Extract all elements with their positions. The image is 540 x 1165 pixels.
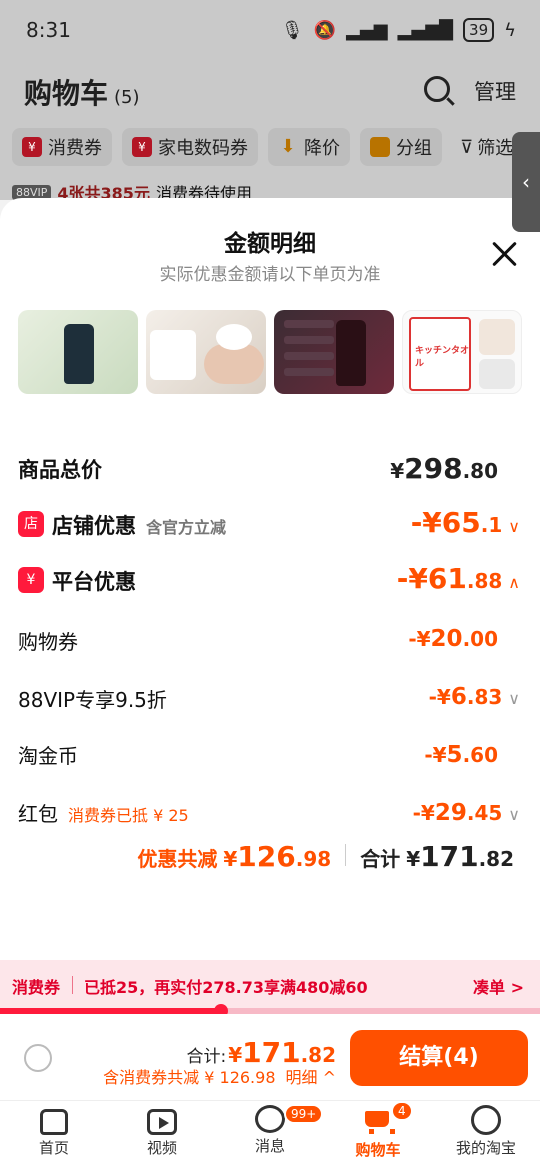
checkout-discount: 含消费券共减 ¥ 126.98 明细 ^ (103, 1064, 336, 1088)
product-thumbnail[interactable]: キッチンタオル (402, 310, 522, 394)
coupon-banner-message: 已抵25，再实付278.73享满480减60 (84, 978, 368, 997)
tab-video[interactable]: 视频 (108, 1105, 216, 1158)
red-packet-value: -¥ 29.45 ∨ (412, 800, 520, 826)
status-icons: 🎙 🔕 ▂▄▆ ▂▄▆█ 39 ϟ (281, 18, 516, 42)
chevron-up-icon: ∧ (508, 573, 520, 592)
close-icon[interactable] (488, 238, 522, 272)
row-platform-discount[interactable]: ¥ 平台优惠 -¥ 61.88 ∧ (18, 562, 522, 602)
chip-group[interactable]: 分组 (360, 128, 442, 166)
bottom-tab-bar: 首页 视频 99+ 消息 4 购物车 我的淘宝 (0, 1100, 540, 1165)
amount-details-sheet: 金额明细 实际优惠金额请以下单页为准 キッチンタオル 商品总价 ¥298.80 … (0, 198, 540, 960)
charging-icon: ϟ (504, 19, 516, 41)
row-shopping-coupon: 购物券 -¥ 20.00 (18, 626, 498, 654)
product-thumbnail[interactable] (18, 310, 138, 394)
video-icon (147, 1109, 177, 1135)
platform-icon: ¥ (18, 567, 44, 593)
paper-towel-pack-image: キッチンタオル (409, 317, 471, 391)
tab-my-taobao[interactable]: 我的淘宝 (432, 1105, 540, 1158)
shopping-coupon-value: -¥ 20.00 (408, 626, 498, 652)
manage-button[interactable]: 管理 (474, 76, 516, 106)
coupon-banner-label: 消费券 (12, 978, 61, 997)
side-collapse-tab[interactable]: ‹ (512, 132, 540, 232)
shop-icon: 店 (18, 511, 44, 537)
add-items-link[interactable]: 凑单 > (473, 974, 524, 998)
row-shop-discount[interactable]: 店 店铺优惠 含官方立减 -¥ 65.1 ∨ (18, 506, 522, 546)
chevron-left-icon: ‹ (522, 170, 530, 194)
feature-list-image (284, 320, 334, 384)
divider (345, 844, 347, 866)
search-icon[interactable] (424, 76, 450, 102)
chevron-down-icon: ∨ (508, 805, 520, 824)
taojinbi-value: -¥ 5.60 (424, 742, 498, 768)
tab-home[interactable]: 首页 (0, 1105, 108, 1158)
vip-discount-value: -¥ 6.83 ∨ (428, 684, 520, 710)
dispenser-image (150, 330, 196, 380)
status-time: 8:31 (26, 18, 71, 42)
hand-image (204, 344, 264, 384)
checkout-bar: 合计: ¥171.82 含消费券共减 ¥ 126.98 明细 ^ 结算(4) (0, 1014, 540, 1100)
sheet-title: 金额明细 (224, 231, 316, 257)
filter-chips: ¥ 消费券 ¥ 家电数码券 ⬇ 降价 分组 (12, 128, 442, 166)
row-taojinbi: 淘金币 -¥ 5.60 (18, 742, 498, 768)
message-icon: 99+ (255, 1104, 324, 1133)
folder-icon (370, 137, 390, 157)
divider (72, 976, 73, 994)
page-title: 购物车 (5) (24, 77, 140, 110)
chip-consumer-coupon[interactable]: ¥ 消费券 (12, 128, 112, 166)
sheet-subtitle: 实际优惠金额请以下单页为准 (159, 265, 381, 285)
product-thumbnail[interactable] (146, 310, 266, 394)
chevron-down-icon: ∨ (508, 517, 520, 536)
details-toggle[interactable]: 明细 ^ (286, 1064, 337, 1088)
select-all-checkbox[interactable] (24, 1044, 52, 1072)
grand-total-label: 合计 (360, 847, 401, 871)
chevron-down-icon: ∨ (508, 689, 520, 708)
smiley-icon (471, 1105, 501, 1135)
funnel-icon: ⊽ (460, 136, 474, 158)
coupon-icon: ¥ (132, 137, 152, 157)
cart-icon: 4 (363, 1101, 413, 1137)
coupon-banner: 消费券 已抵25，再实付278.73享满480减60 凑单 > (0, 960, 540, 1010)
row-total-price: 商品总价 ¥298.80 (18, 452, 498, 485)
filter-button[interactable]: ⊽ 筛选 (454, 128, 520, 166)
signal-icon-2: ▂▄▆█ (397, 19, 454, 41)
product-thumbnail[interactable] (274, 310, 394, 394)
status-bar: 8:31 🎙 🔕 ▂▄▆ ▂▄▆█ 39 ϟ (0, 0, 540, 60)
grand-total-value: ¥171.82 (406, 840, 514, 873)
bottle-image (64, 324, 94, 384)
chip-appliance-coupon[interactable]: ¥ 家电数码券 (122, 128, 258, 166)
cart-count: (5) (114, 87, 140, 108)
signal-icon: ▂▄▆ (346, 19, 388, 41)
row-red-packet[interactable]: 红包 消费券已抵 ¥ 25 -¥ 29.45 ∨ (18, 796, 522, 832)
platform-discount-value: -¥ 61.88 ∧ (396, 562, 520, 595)
checkout-button[interactable]: 结算(4) (350, 1030, 528, 1086)
product-thumbnails: キッチンタオル (18, 310, 522, 394)
amount-summary: 优惠共减 ¥126.98 合计 ¥171.82 (137, 840, 514, 873)
coupon-icon: ¥ (22, 137, 42, 157)
foam-image (216, 324, 252, 350)
mic-icon: 🎙 (280, 19, 304, 41)
cart-header: 购物车 (5) 管理 ¥ 消费券 ¥ 家电数码券 ⬇ 降价 分组 ⊽ 筛选 88VIP 4… (0, 60, 540, 203)
shop-discount-value: -¥ 65.1 ∨ (410, 506, 520, 539)
row-vip-discount[interactable]: 88VIP专享9.5折 -¥ 6.83 ∨ (18, 680, 522, 716)
total-price-value: ¥298.80 (390, 452, 498, 485)
shop-discount-note: 含官方立减 (146, 518, 227, 537)
roll-image (479, 319, 515, 355)
battery-icon: 39 (463, 18, 495, 42)
bottle-image (336, 320, 366, 386)
roll-image (479, 359, 515, 389)
red-packet-note: 消费券已抵 ¥ 25 (68, 806, 189, 825)
messages-badge: 99+ (284, 1104, 324, 1124)
discount-total-label: 优惠共减 (137, 847, 218, 871)
arrow-down-icon: ⬇ (280, 136, 296, 157)
mute-icon: 🔕 (313, 19, 337, 41)
chip-price-drop[interactable]: ⬇ 降价 (268, 128, 350, 166)
cart-badge: 4 (391, 1101, 413, 1121)
tab-messages[interactable]: 99+ 消息 (216, 1104, 324, 1156)
discount-total-value: ¥126.98 (223, 840, 332, 873)
tab-cart[interactable]: 4 购物车 (324, 1101, 432, 1160)
home-icon (40, 1109, 68, 1135)
